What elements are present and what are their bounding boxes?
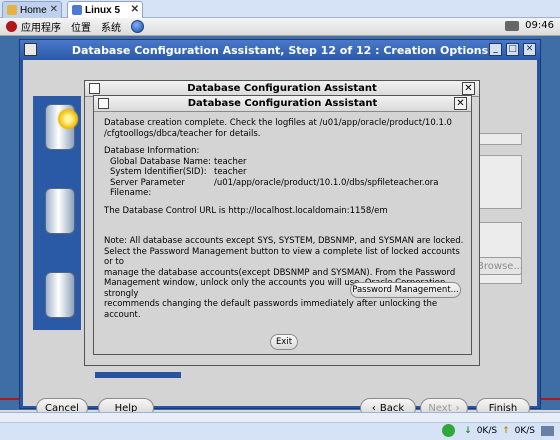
database-info: Database Information: Global Database Na… [104, 146, 464, 199]
database-graphic [33, 96, 81, 330]
note-line: Select the Password Management button to… [104, 246, 460, 268]
upload-arrow-icon: ↑ [502, 425, 510, 436]
message-line: Database creation complete. Check the lo… [104, 118, 452, 128]
background-panel [478, 155, 522, 209]
download-arrow-icon: ↓ [464, 425, 472, 436]
outer-dialog-title: Database Configuration Assistant [187, 83, 377, 94]
tab-home[interactable]: Home ✕ [2, 1, 62, 18]
control-url: The Database Control URL is http://local… [104, 205, 388, 216]
minimize-icon[interactable]: _ [489, 43, 502, 56]
note-line: Note: All database accounts except SYS, … [104, 236, 464, 246]
window-title: Database Configuration Assistant, Step 1… [71, 43, 489, 57]
close-icon[interactable]: ✕ [454, 97, 467, 110]
close-icon[interactable]: ✕ [131, 4, 139, 15]
host-status-bar: ↓ 0K/S ↑ 0K/S [0, 412, 560, 440]
info-value: /u01/app/oracle/product/10.1.0/dbs/spfil… [214, 177, 439, 188]
dialog-titlebar[interactable]: Database Configuration Assistant ✕ [94, 96, 471, 112]
info-label: Server Parameter Filename: [110, 177, 185, 199]
info-row: System Identifier(SID): teacher [104, 167, 464, 178]
info-value: teacher [214, 156, 247, 167]
info-row: Server Parameter Filename: /u01/app/orac… [104, 178, 464, 199]
info-heading: Database Information: [104, 146, 200, 156]
browse-button[interactable]: Browse... [477, 257, 523, 275]
background-field [478, 133, 522, 145]
note-line: recommends changing the default password… [104, 299, 438, 320]
message-line: /cfgtoollogs/dbca/teacher for details. [104, 128, 261, 139]
info-row: Global Database Name: teacher [104, 157, 464, 168]
browser-globe-icon[interactable] [131, 20, 144, 33]
dialog-title: Database Configuration Assistant [187, 98, 378, 109]
close-icon[interactable]: ✕ [523, 43, 536, 56]
window-menu-icon[interactable] [24, 43, 37, 56]
exit-button[interactable]: Exit [270, 334, 298, 350]
dialog-menu-icon[interactable] [98, 98, 109, 109]
download-rate: 0K/S [476, 425, 498, 436]
info-label: Global Database Name: [110, 156, 212, 167]
note-line: manage the database accounts(except DBSN… [104, 267, 456, 278]
gnome-foot-icon [6, 21, 17, 32]
tab-home-label: Home [20, 4, 47, 16]
upload-rate: 0K/S [514, 425, 535, 436]
close-icon[interactable]: ✕ [462, 82, 475, 95]
menu-system[interactable]: 系统 [101, 19, 121, 34]
vm-tab-bar: Home ✕ Linux 5 ✕ [0, 0, 560, 18]
tab-linux[interactable]: Linux 5 ✕ [67, 1, 143, 18]
info-label: System Identifier(SID): [110, 167, 207, 177]
vm-icon [72, 5, 82, 15]
monitor-icon [541, 425, 554, 436]
maximize-icon[interactable]: □ [506, 43, 519, 56]
tab-linux-label: Linux 5 [85, 4, 121, 16]
menu-applications[interactable]: 应用程序 [21, 19, 61, 34]
database-cylinder-icon [45, 272, 75, 318]
panel-clock[interactable]: 09:46 [525, 20, 554, 31]
home-icon [7, 5, 17, 15]
close-icon[interactable]: ✕ [50, 4, 58, 15]
info-value: teacher [214, 167, 247, 177]
gnome-top-panel: 应用程序 位置 系统 09:46 [0, 18, 560, 36]
network-icon [505, 20, 520, 31]
menu-places[interactable]: 位置 [71, 19, 91, 34]
creation-complete-dialog: Database Configuration Assistant ✕ Datab… [93, 95, 472, 355]
password-management-button[interactable]: Password Management... [350, 282, 461, 298]
star-icon [57, 108, 79, 130]
window-titlebar[interactable]: Database Configuration Assistant, Step 1… [20, 40, 540, 60]
network-status-icon [442, 424, 456, 437]
completion-message: Database creation complete. Check the lo… [104, 118, 464, 139]
database-cylinder-icon [45, 188, 75, 234]
horizontal-scrollbar[interactable] [0, 413, 560, 423]
note-text: Note: All database accounts except SYS, … [104, 236, 464, 320]
progress-bar [95, 372, 181, 378]
dialog-menu-icon[interactable] [89, 83, 100, 94]
